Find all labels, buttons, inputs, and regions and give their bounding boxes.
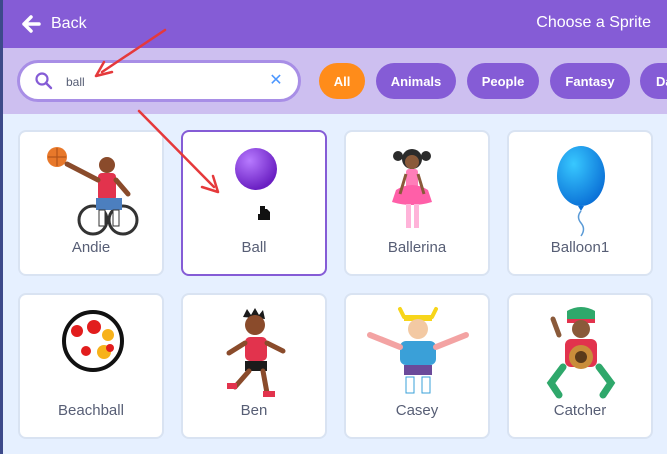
tag-label: Animals [390,73,442,89]
ballerina-sprite-image [392,149,432,228]
cursor-hand-icon [258,206,270,220]
filter-bar: ✕ All Animals People Fantasy Da [3,48,667,114]
sprite-name: Ben [240,402,268,419]
back-button[interactable]: Back [21,12,87,36]
tag-all[interactable]: All [319,63,365,99]
andie-sprite-image [47,147,139,236]
tag-label: Da [656,73,667,89]
tag-dance[interactable]: Da [640,63,667,99]
sprite-name: Balloon1 [550,239,610,256]
tag-label: All [333,73,351,89]
back-arrow-icon [22,15,41,33]
tag-fantasy[interactable]: Fantasy [550,63,630,99]
sprite-card-andie[interactable]: Andie [18,130,164,276]
tag-label: Fantasy [565,73,615,89]
sprite-card-ben[interactable]: Ben [181,293,327,439]
search-input[interactable] [64,70,258,94]
tag-people[interactable]: People [467,63,539,99]
sprite-card-balloon1[interactable]: Balloon1 [507,130,653,276]
ben-sprite-image [226,308,286,397]
sprite-name: Ballerina [387,239,447,256]
search-icon [35,72,53,90]
sprite-name: Catcher [553,402,607,419]
sprite-card-casey[interactable]: Casey [344,293,490,439]
tag-label: People [481,73,525,89]
sprite-card-catcher[interactable]: Catcher [507,293,653,439]
sprite-card-ball[interactable]: Ball [181,130,327,276]
beachball-sprite-image [62,310,124,372]
sprite-name: Ball [241,239,267,256]
sprite-card-ballerina[interactable]: Ballerina [344,130,490,276]
page-title: Choose a Sprite [536,14,651,31]
clear-search-icon[interactable]: ✕ [266,71,286,91]
library-header: Back Choose a Sprite [3,0,667,48]
sprite-name: Casey [395,402,439,419]
casey-sprite-image [367,307,469,394]
sprite-name: Andie [71,239,111,256]
sprite-name: Beachball [58,402,124,419]
catcher-sprite-image [546,307,616,399]
search-box[interactable]: ✕ [17,60,301,102]
sprite-card-beachball[interactable]: Beachball [18,293,164,439]
tag-animals[interactable]: Animals [376,63,456,99]
ball-sprite-image [235,148,277,220]
back-label: Back [51,15,87,32]
balloon-sprite-image [557,146,605,237]
